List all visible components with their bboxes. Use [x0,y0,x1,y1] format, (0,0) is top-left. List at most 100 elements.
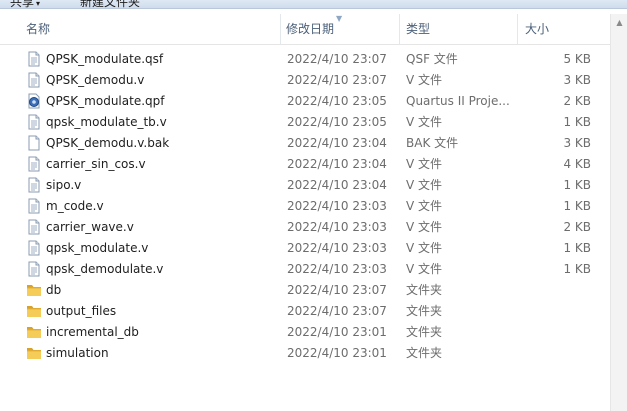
file-size: 2 KB [563,94,591,108]
document-icon [26,219,42,235]
file-size: 4 KB [563,157,591,171]
command-bar: 共享 新建文件夹 [0,0,627,9]
file-modified-date: 2022/4/10 23:05 [287,115,387,129]
file-name: output_files [46,304,117,318]
file-row[interactable]: QPSK_demodu.v.bak 2022/4/10 23:04 BAK 文件… [0,133,610,154]
file-type: V 文件 [406,262,443,276]
file-type: V 文件 [406,178,443,192]
file-type: V 文件 [406,73,443,87]
share-menu-button[interactable]: 共享 [10,0,40,8]
file-size: 1 KB [563,178,591,192]
file-size: 1 KB [563,115,591,129]
blank-file-icon [26,135,42,151]
file-size: 3 KB [563,136,591,150]
file-modified-date: 2022/4/10 23:07 [287,73,387,87]
file-size: 3 KB [563,73,591,87]
file-row[interactable]: qpsk_modulate.v 2022/4/10 23:03 V 文件 1 K… [0,238,610,259]
file-row[interactable]: simulation 2022/4/10 23:01 文件夹 [0,343,610,364]
file-name: qpsk_demodulate.v [46,262,164,276]
document-icon [26,51,42,67]
column-divider[interactable] [280,14,281,44]
file-type: 文件夹 [406,325,443,339]
file-type: V 文件 [406,220,443,234]
file-row[interactable]: carrier_wave.v 2022/4/10 23:03 V 文件 2 KB [0,217,610,238]
file-name: QPSK_demodu.v.bak [46,136,170,150]
document-icon [26,156,42,172]
column-header-bar: 名称 ▼ 修改日期 类型 大小 [0,14,610,45]
document-icon [26,72,42,88]
folder-icon [26,324,42,340]
column-divider[interactable] [399,14,400,44]
file-modified-date: 2022/4/10 23:03 [287,220,387,234]
folder-icon [26,345,42,361]
file-name: sipo.v [46,178,82,192]
file-modified-date: 2022/4/10 23:07 [287,304,387,318]
file-size: 1 KB [563,199,591,213]
document-icon [26,261,42,277]
file-row[interactable]: carrier_sin_cos.v 2022/4/10 23:04 V 文件 4… [0,154,610,175]
file-size: 1 KB [563,241,591,255]
folder-icon [26,303,42,319]
file-list: QPSK_modulate.qsf 2022/4/10 23:07 QSF 文件… [0,49,610,364]
file-modified-date: 2022/4/10 23:07 [287,283,387,297]
new-folder-button[interactable]: 新建文件夹 [80,0,140,8]
scroll-up-arrow-icon[interactable]: ▲ [611,14,627,31]
file-type: 文件夹 [406,283,443,297]
file-row[interactable]: QPSK_modulate.qsf 2022/4/10 23:07 QSF 文件… [0,49,610,70]
column-divider[interactable] [517,14,518,44]
file-modified-date: 2022/4/10 23:01 [287,325,387,339]
file-type: 文件夹 [406,304,443,318]
document-icon [26,177,42,193]
file-row[interactable]: m_code.v 2022/4/10 23:03 V 文件 1 KB [0,196,610,217]
file-name: carrier_wave.v [46,220,134,234]
file-modified-date: 2022/4/10 23:05 [287,94,387,108]
document-icon [26,240,42,256]
file-modified-date: 2022/4/10 23:03 [287,199,387,213]
file-row[interactable]: db 2022/4/10 23:07 文件夹 [0,280,610,301]
quartus-project-icon [26,93,42,109]
file-modified-date: 2022/4/10 23:03 [287,262,387,276]
file-modified-date: 2022/4/10 23:04 [287,136,387,150]
column-header-date[interactable]: 修改日期 [286,14,334,44]
file-name: db [46,283,62,297]
file-row[interactable]: output_files 2022/4/10 23:07 文件夹 [0,301,610,322]
column-header-size[interactable]: 大小 [525,14,549,44]
file-modified-date: 2022/4/10 23:07 [287,52,387,66]
file-modified-date: 2022/4/10 23:04 [287,178,387,192]
file-type: V 文件 [406,241,443,255]
file-row[interactable]: qpsk_modulate_tb.v 2022/4/10 23:05 V 文件 … [0,112,610,133]
file-size: 2 KB [563,220,591,234]
column-header-type[interactable]: 类型 [406,14,430,44]
file-modified-date: 2022/4/10 23:03 [287,241,387,255]
file-size: 1 KB [563,262,591,276]
column-header-name[interactable]: 名称 [26,14,50,44]
file-row[interactable]: QPSK_demodu.v 2022/4/10 23:07 V 文件 3 KB [0,70,610,91]
file-row[interactable]: qpsk_demodulate.v 2022/4/10 23:03 V 文件 1… [0,259,610,280]
file-name: QPSK_modulate.qpf [46,94,165,108]
file-name: QPSK_demodu.v [46,73,145,87]
file-name: incremental_db [46,325,139,339]
file-modified-date: 2022/4/10 23:01 [287,346,387,360]
file-type: BAK 文件 [406,136,459,150]
file-type: V 文件 [406,199,443,213]
document-icon [26,198,42,214]
file-type: 文件夹 [406,346,443,360]
vertical-scrollbar[interactable]: ▲ [610,14,627,411]
document-icon [26,114,42,130]
file-modified-date: 2022/4/10 23:04 [287,157,387,171]
sort-descending-icon: ▼ [336,14,343,23]
file-row[interactable]: sipo.v 2022/4/10 23:04 V 文件 1 KB [0,175,610,196]
file-type: QSF 文件 [406,52,458,66]
file-name: qpsk_modulate.v [46,241,149,255]
file-name: QPSK_modulate.qsf [46,52,164,66]
file-name: carrier_sin_cos.v [46,157,146,171]
folder-icon [26,282,42,298]
file-name: simulation [46,346,109,360]
file-size: 5 KB [563,52,591,66]
file-type: Quartus II Proje... [406,94,510,108]
file-name: m_code.v [46,199,104,213]
file-type: V 文件 [406,115,443,129]
file-row[interactable]: QPSK_modulate.qpf 2022/4/10 23:05 Quartu… [0,91,610,112]
file-row[interactable]: incremental_db 2022/4/10 23:01 文件夹 [0,322,610,343]
file-type: V 文件 [406,157,443,171]
